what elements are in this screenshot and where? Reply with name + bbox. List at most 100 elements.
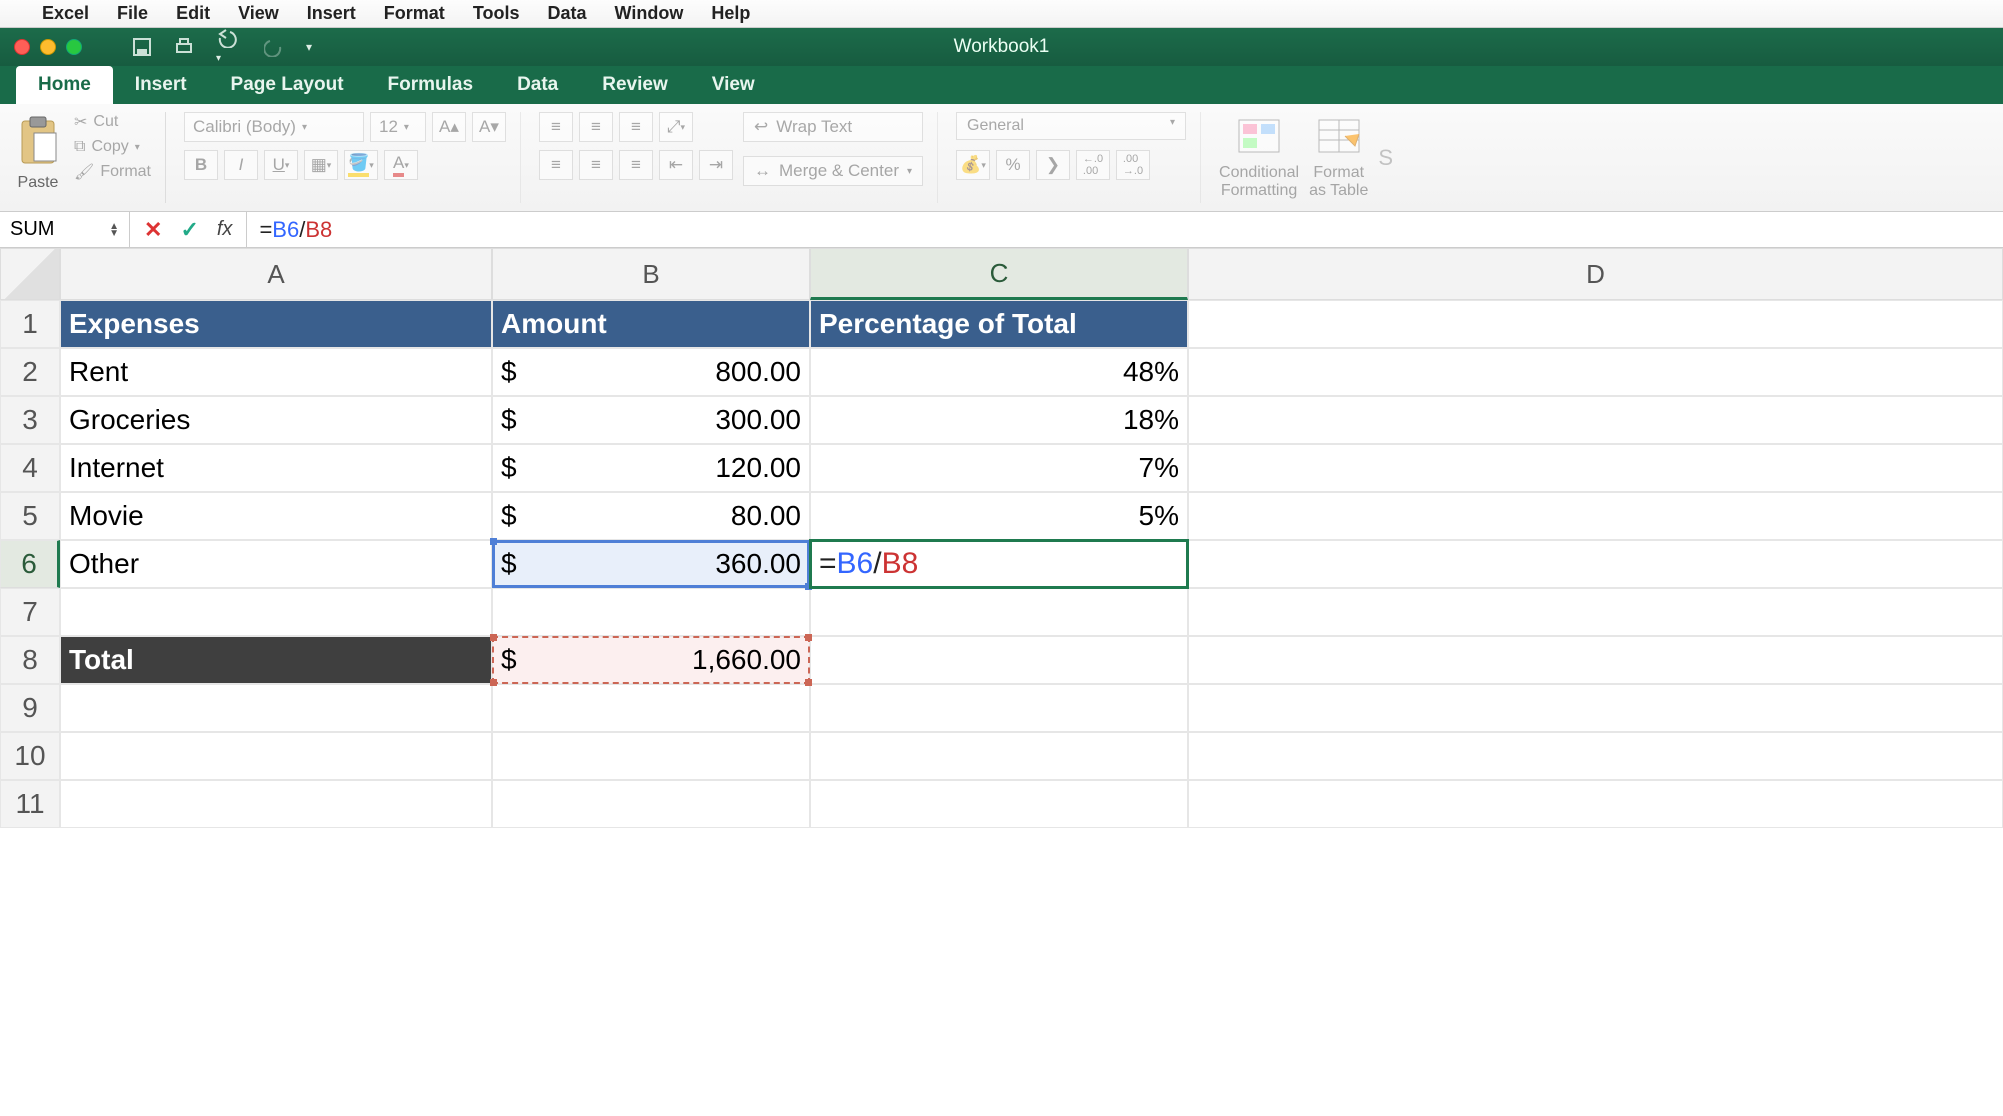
cell-C9[interactable] <box>810 684 1188 732</box>
menu-file[interactable]: File <box>117 3 148 24</box>
cell-A2[interactable]: Rent <box>60 348 492 396</box>
row-header-10[interactable]: 10 <box>0 732 60 780</box>
menu-window[interactable]: Window <box>615 3 684 24</box>
name-box[interactable]: SUM ▲▼ <box>0 212 130 247</box>
format-painter-button[interactable]: 🖌Format <box>74 162 151 182</box>
col-header-D[interactable]: D <box>1188 248 2003 300</box>
name-box-dropdown-icon[interactable]: ▲▼ <box>109 223 119 237</box>
increase-indent-icon[interactable]: ⇥ <box>699 150 733 180</box>
decrease-indent-icon[interactable]: ⇤ <box>659 150 693 180</box>
cell-B10[interactable] <box>492 732 810 780</box>
undo-icon[interactable]: ▾ <box>216 28 242 66</box>
row-header-7[interactable]: 7 <box>0 588 60 636</box>
cell-C4[interactable]: 7% <box>810 444 1188 492</box>
menu-edit[interactable]: Edit <box>176 3 210 24</box>
zoom-window-button[interactable] <box>66 39 82 55</box>
italic-button[interactable]: I <box>224 150 258 180</box>
close-window-button[interactable] <box>14 39 30 55</box>
copy-button[interactable]: ⧉Copy ▾ <box>74 138 151 156</box>
font-size-select[interactable]: 12▾ <box>370 112 426 142</box>
redo-icon[interactable] <box>264 37 284 57</box>
align-right-icon[interactable]: ≡ <box>619 150 653 180</box>
row-header-5[interactable]: 5 <box>0 492 60 540</box>
row-header-9[interactable]: 9 <box>0 684 60 732</box>
cell-D6[interactable] <box>1188 540 2003 588</box>
cell-A8[interactable]: Total <box>60 636 492 684</box>
comma-format-icon[interactable]: ❯ <box>1036 150 1070 180</box>
row-header-11[interactable]: 11 <box>0 780 60 828</box>
row-header-1[interactable]: 1 <box>0 300 60 348</box>
cell-B5[interactable]: $80.00 <box>492 492 810 540</box>
menu-format[interactable]: Format <box>384 3 445 24</box>
cell-B9[interactable] <box>492 684 810 732</box>
font-name-select[interactable]: Calibri (Body)▾ <box>184 112 364 142</box>
select-all-corner[interactable] <box>0 248 60 300</box>
tab-home[interactable]: Home <box>16 66 113 104</box>
bold-button[interactable]: B <box>184 150 218 180</box>
minimize-window-button[interactable] <box>40 39 56 55</box>
cell-A5[interactable]: Movie <box>60 492 492 540</box>
formula-input[interactable]: =B6/B8 <box>247 217 344 243</box>
cell-A4[interactable]: Internet <box>60 444 492 492</box>
cell-B8[interactable]: $1,660.00 <box>492 636 810 684</box>
cell-A9[interactable] <box>60 684 492 732</box>
increase-decimal-icon[interactable]: ←.0.00 <box>1076 150 1110 180</box>
cell-D4[interactable] <box>1188 444 2003 492</box>
align-left-icon[interactable]: ≡ <box>539 150 573 180</box>
menu-help[interactable]: Help <box>711 3 750 24</box>
orientation-icon[interactable]: ⤢▾ <box>659 112 693 142</box>
macos-menubar[interactable]: Excel File Edit View Insert Format Tools… <box>0 0 2003 28</box>
save-icon[interactable] <box>132 37 152 57</box>
cell-C2[interactable]: 48% <box>810 348 1188 396</box>
cell-A10[interactable] <box>60 732 492 780</box>
app-name[interactable]: Excel <box>42 3 89 24</box>
align-bottom-icon[interactable]: ≡ <box>619 112 653 142</box>
underline-button[interactable]: U▾ <box>264 150 298 180</box>
spreadsheet-grid[interactable]: A B C D 1 Expenses Amount Percentage of … <box>0 248 2003 828</box>
accounting-format-icon[interactable]: 💰▾ <box>956 150 990 180</box>
wrap-text-button[interactable]: ↩Wrap Text <box>743 112 923 142</box>
cell-D9[interactable] <box>1188 684 2003 732</box>
tab-insert[interactable]: Insert <box>113 66 209 104</box>
cell-D8[interactable] <box>1188 636 2003 684</box>
insert-function-icon[interactable]: fx <box>217 218 233 241</box>
cell-C5[interactable]: 5% <box>810 492 1188 540</box>
cell-A1[interactable]: Expenses <box>60 300 492 348</box>
cell-D11[interactable] <box>1188 780 2003 828</box>
format-as-table-button[interactable]: Format as Table <box>1309 112 1368 200</box>
paste-button[interactable]: Paste <box>12 112 64 192</box>
col-header-B[interactable]: B <box>492 248 810 300</box>
col-header-C[interactable]: C <box>810 248 1188 300</box>
align-middle-icon[interactable]: ≡ <box>579 112 613 142</box>
cell-D2[interactable] <box>1188 348 2003 396</box>
number-format-select[interactable]: General▾ <box>956 112 1186 140</box>
cell-C7[interactable] <box>810 588 1188 636</box>
row-header-2[interactable]: 2 <box>0 348 60 396</box>
row-header-4[interactable]: 4 <box>0 444 60 492</box>
tab-view[interactable]: View <box>690 66 777 104</box>
cell-B3[interactable]: $300.00 <box>492 396 810 444</box>
font-color-button[interactable]: A▾ <box>384 150 418 180</box>
tab-page-layout[interactable]: Page Layout <box>209 66 366 104</box>
cell-D5[interactable] <box>1188 492 2003 540</box>
enter-formula-icon[interactable]: ✓ <box>180 217 198 243</box>
cell-C11[interactable] <box>810 780 1188 828</box>
cell-C10[interactable] <box>810 732 1188 780</box>
print-icon[interactable] <box>174 37 194 57</box>
tab-formulas[interactable]: Formulas <box>366 66 496 104</box>
row-header-6[interactable]: 6 <box>0 540 60 588</box>
merge-center-button[interactable]: ↔Merge & Center ▾ <box>743 156 923 186</box>
cell-A7[interactable] <box>60 588 492 636</box>
fill-color-button[interactable]: 🪣▾ <box>344 150 378 180</box>
cell-D7[interactable] <box>1188 588 2003 636</box>
col-header-A[interactable]: A <box>60 248 492 300</box>
cell-B6[interactable]: $360.00 <box>492 540 810 588</box>
cell-C6[interactable]: =B6/B8 <box>810 540 1188 588</box>
menu-insert[interactable]: Insert <box>307 3 356 24</box>
cancel-formula-icon[interactable]: ✕ <box>144 217 162 243</box>
menu-data[interactable]: Data <box>547 3 586 24</box>
cell-C3[interactable]: 18% <box>810 396 1188 444</box>
cell-D1[interactable] <box>1188 300 2003 348</box>
row-header-3[interactable]: 3 <box>0 396 60 444</box>
decrease-font-icon[interactable]: A▾ <box>472 112 506 142</box>
